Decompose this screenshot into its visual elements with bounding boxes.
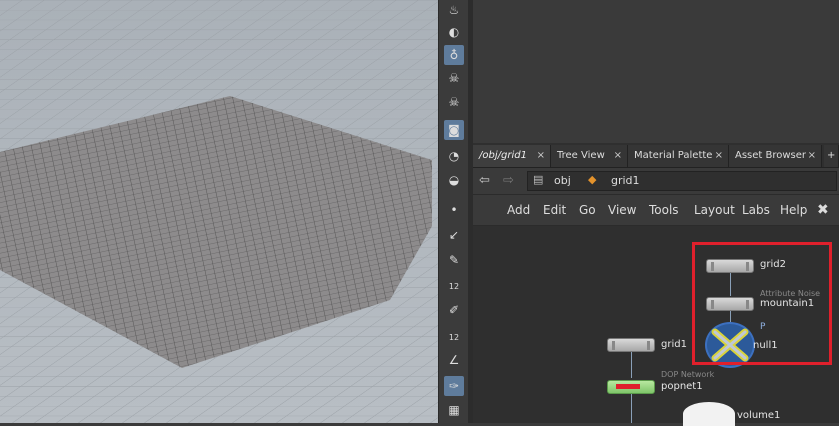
wire [631,394,632,423]
display-icon[interactable]: ◒ [444,170,464,190]
tab-obj-grid1[interactable]: /obj/grid1 × [473,145,551,167]
brush-icon[interactable]: ✐ [444,300,464,320]
shelf-number-2: 12 [448,333,460,342]
network-menubar: Add Edit Go View Tools Layout Labs Help … [473,195,839,226]
skull-icon[interactable]: ☠ [444,68,464,88]
menu-layout[interactable]: Layout [694,195,735,225]
bypass-flag-icon [616,384,640,389]
path-node[interactable]: grid1 [611,174,640,187]
node-sublabel-popnet1: DOP Network [661,370,715,379]
forward-arrow-icon[interactable]: ⇨ [503,173,514,188]
viewport-canvas [0,0,438,423]
menu-edit[interactable]: Edit [543,195,566,225]
back-arrow-icon[interactable]: ⇦ [479,173,490,188]
pin-num-icon[interactable]: 12 [444,275,464,295]
plus-icon: + [827,150,836,161]
upper-pane [473,0,839,140]
highlight-box [692,242,832,365]
geometry-node-icon: ◆ [588,173,597,186]
path-obj[interactable]: obj [554,174,571,187]
path-bar: ⇦ ⇨ ▤ obj ◆ grid1 [473,168,839,195]
sphere-light-icon[interactable]: ◐ [444,22,464,42]
angle-icon[interactable]: ∠ [444,350,464,370]
tab-label: /obj/grid1 [479,150,527,161]
pin-num-2-icon[interactable]: 12 [444,326,464,346]
close-icon[interactable]: × [808,145,816,167]
paint-icon[interactable]: ✑ [444,376,464,396]
shelf-number: 12 [448,282,460,291]
node-grid1[interactable] [607,338,655,352]
wire [631,352,632,378]
volume-node-icon[interactable] [683,402,735,426]
node-label-popnet1: popnet1 [661,381,703,392]
tab-label: Asset Browser [735,150,807,161]
menu-labs[interactable]: Labs [742,195,770,225]
menu-view[interactable]: View [608,195,636,225]
dot-icon[interactable]: • [444,200,464,220]
eye-icon[interactable]: ◔ [444,146,464,166]
tool-shelf: ♨ ◐ ♁ ☠ ☠ ◙ ◔ ◒ • ↙ ✎ 12 ✐ 12 ∠ ✑ ▦ [438,0,469,423]
checker-icon[interactable]: ▦ [444,400,464,420]
pane-tabs: /obj/grid1 × Tree View × Material Palett… [473,143,839,168]
light-icon[interactable]: ♨ [444,0,464,20]
close-icon[interactable]: × [715,145,723,167]
bulb-icon[interactable]: ♁ [444,45,464,65]
path-field[interactable]: ▤ obj ◆ grid1 [527,171,837,191]
pen-icon[interactable]: ✎ [444,250,464,270]
tab-tree-view[interactable]: Tree View × [551,145,628,167]
menu-add[interactable]: Add [507,195,530,225]
scene-viewport[interactable] [0,0,438,423]
tab-label: Material Palette [634,150,713,161]
tab-label: Tree View [557,150,605,161]
skull-alt-icon[interactable]: ☠ [444,92,464,112]
close-icon[interactable]: × [537,145,545,167]
arrow-icon[interactable]: ↙ [444,225,464,245]
tab-material-palette[interactable]: Material Palette × [628,145,729,167]
node-popnet1[interactable] [607,380,655,394]
menu-go[interactable]: Go [579,195,596,225]
node-label-grid1: grid1 [661,339,687,350]
camera-icon[interactable]: ◙ [444,120,464,140]
add-tab-button[interactable]: + [824,145,839,167]
close-icon[interactable]: × [614,145,622,167]
network-icon: ▤ [533,173,544,186]
tab-asset-browser[interactable]: Asset Browser × [729,145,822,167]
menu-tools[interactable]: Tools [649,195,679,225]
menu-help[interactable]: Help [780,195,807,225]
wrench-icon[interactable]: ✖ [817,195,829,225]
node-label-volume1: volume1 [737,410,781,421]
